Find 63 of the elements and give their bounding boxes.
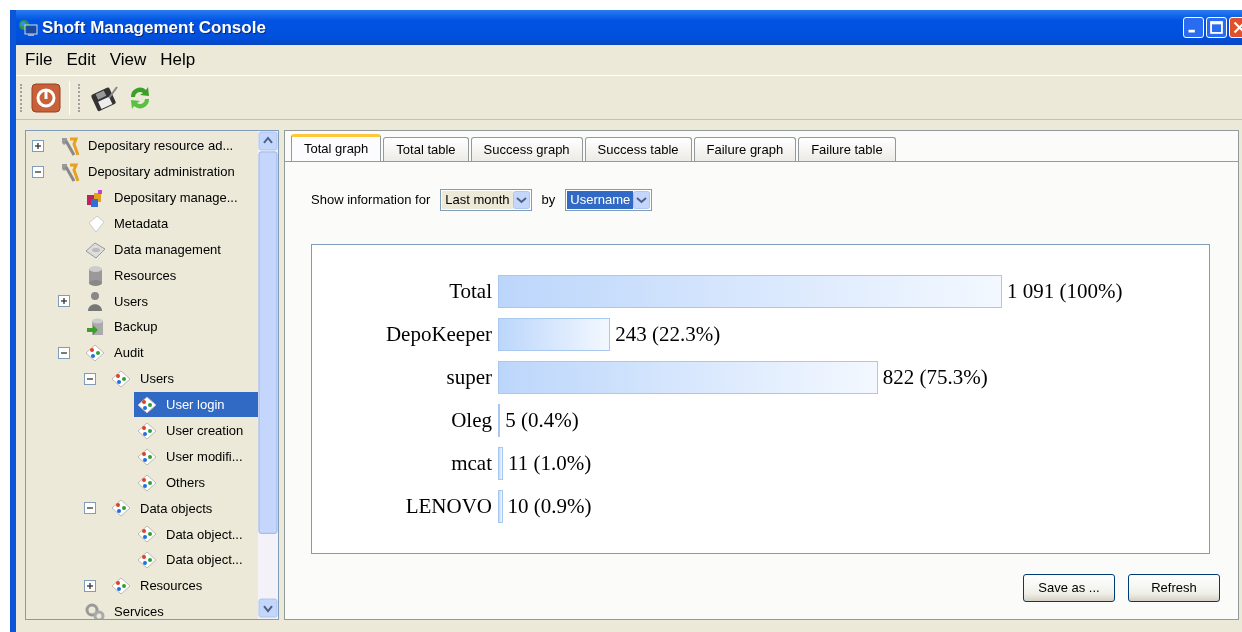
- category-label: Oleg: [450, 407, 493, 434]
- maximize-icon[interactable]: [1206, 17, 1227, 38]
- expand-icon[interactable]: [84, 580, 96, 593]
- tree-item[interactable]: User modifi...: [134, 444, 258, 470]
- tree-item[interactable]: Resources: [108, 573, 258, 599]
- tree-item[interactable]: Metadata: [82, 211, 258, 237]
- category-label: DepoKeeper: [384, 321, 493, 348]
- collapse-icon[interactable]: [84, 502, 96, 515]
- minimize-icon[interactable]: [1183, 17, 1204, 38]
- tree-item[interactable]: Users: [82, 288, 258, 314]
- tree-item[interactable]: Others: [134, 470, 258, 495]
- value-label: 243 (22.3%): [615, 321, 721, 348]
- power-icon[interactable]: [31, 82, 61, 113]
- category-label: super: [445, 364, 493, 391]
- tree-item[interactable]: User login: [134, 392, 258, 418]
- tree-item[interactable]: Data objects: [108, 495, 258, 521]
- value-label: 1 091 (100%): [1007, 278, 1123, 305]
- category-label: LENOVO: [404, 493, 493, 520]
- tree-item[interactable]: Depositary administration: [56, 159, 258, 185]
- value-label: 822 (75.3%): [882, 364, 988, 391]
- menu-item[interactable]: File: [18, 47, 60, 73]
- tree-item[interactable]: Services: [82, 599, 258, 619]
- menu-item[interactable]: Edit: [59, 47, 103, 73]
- tree-item[interactable]: Resources: [82, 262, 258, 288]
- bar: [498, 447, 504, 480]
- category-label: mcat: [450, 450, 493, 477]
- menu-item[interactable]: Help: [153, 47, 203, 73]
- tree-item[interactable]: Depositary resource ad...: [56, 133, 258, 159]
- dropdown[interactable]: Last month: [440, 189, 532, 211]
- tab[interactable]: Failure graph: [693, 137, 797, 161]
- tree-item[interactable]: Users: [108, 366, 258, 392]
- tree-item[interactable]: Data object...: [134, 547, 258, 573]
- computer-icon: [18, 18, 38, 37]
- tab[interactable]: Success graph: [470, 137, 583, 161]
- filter-label: by: [541, 191, 556, 210]
- tree-item[interactable]: Data management: [82, 237, 258, 262]
- action-button[interactable]: Save as ...: [1023, 574, 1115, 602]
- tab[interactable]: Total graph: [291, 134, 382, 161]
- tab[interactable]: Failure table: [798, 137, 896, 161]
- expand-icon[interactable]: [32, 139, 44, 152]
- tree-item[interactable]: User creation: [134, 418, 258, 444]
- scrollbar[interactable]: [258, 131, 278, 619]
- dropdown[interactable]: Username: [565, 189, 653, 211]
- tree-item[interactable]: Data object...: [134, 521, 258, 547]
- tree-item[interactable]: Depositary manage...: [82, 185, 258, 211]
- collapse-icon[interactable]: [84, 372, 96, 385]
- tree-item[interactable]: Audit: [82, 340, 258, 366]
- window-title: Shoft Management Console: [42, 16, 266, 39]
- category-label: Total: [448, 278, 493, 305]
- bar: [498, 404, 501, 437]
- collapse-icon[interactable]: [32, 165, 44, 178]
- action-button[interactable]: Refresh: [1128, 574, 1220, 602]
- collapse-icon[interactable]: [58, 347, 70, 360]
- filter-label: Show information for: [311, 191, 431, 210]
- expand-icon[interactable]: [58, 295, 70, 308]
- tree-item[interactable]: Backup: [82, 314, 258, 340]
- value-label: 11 (1.0%): [508, 450, 592, 477]
- value-label: 5 (0.4%): [505, 407, 579, 434]
- tab[interactable]: Total table: [383, 137, 469, 161]
- menu-item[interactable]: View: [102, 47, 154, 73]
- tab[interactable]: Success table: [584, 137, 692, 161]
- bar: [498, 490, 503, 523]
- value-label: 10 (0.9%): [507, 493, 592, 520]
